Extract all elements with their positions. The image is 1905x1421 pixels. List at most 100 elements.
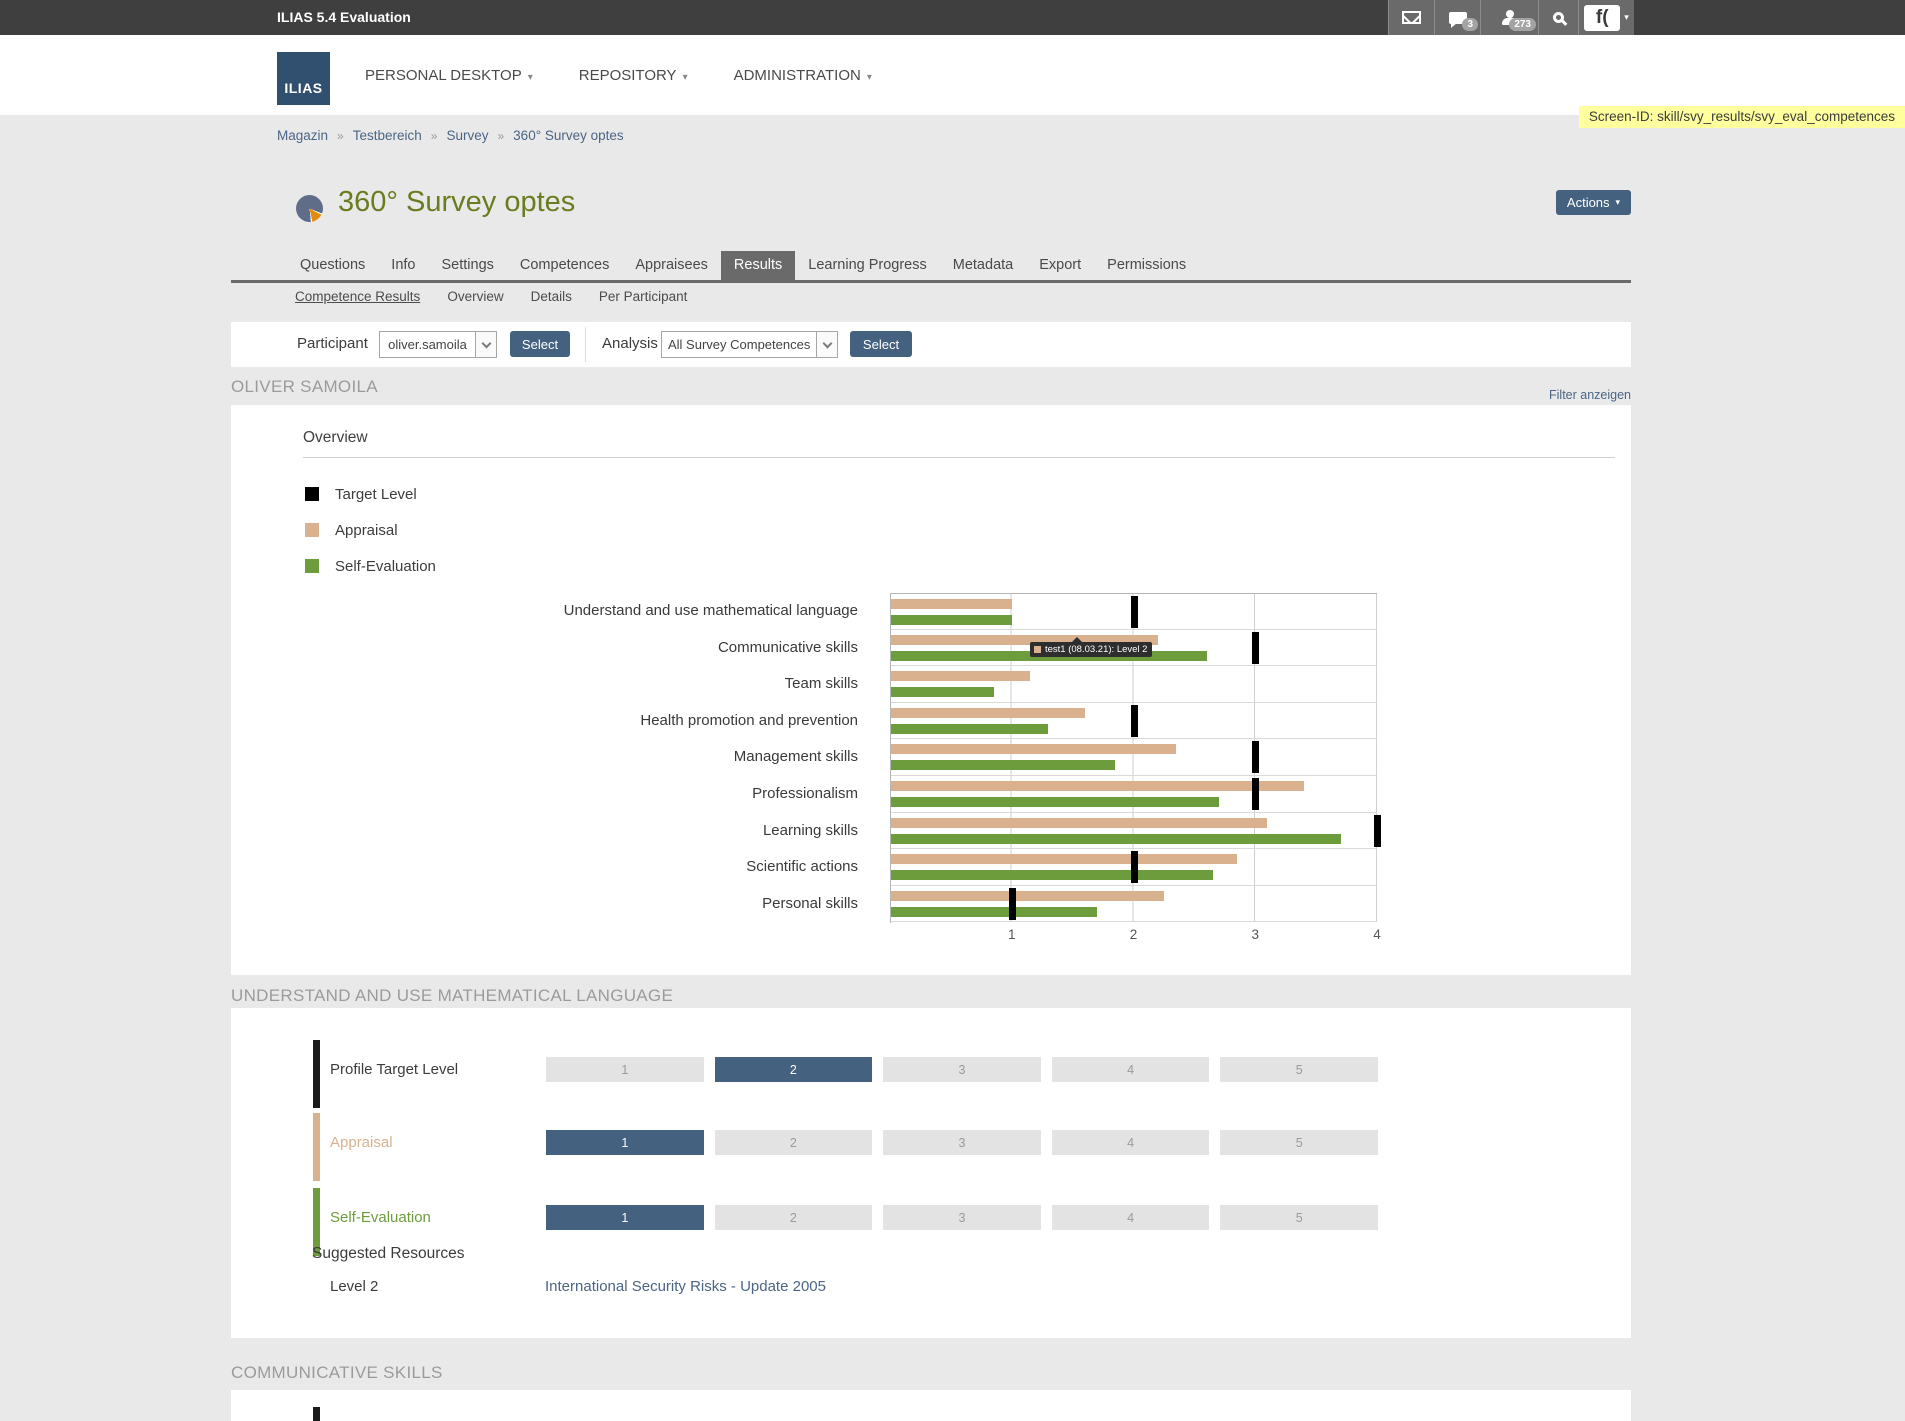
chart-category-label: Health promotion and prevention bbox=[520, 703, 858, 740]
self-evaluation-bar bbox=[890, 907, 1097, 917]
main-menu: PERSONAL DESKTOP ▾ REPOSITORY▾ ADMINISTRATI… bbox=[365, 35, 872, 115]
profile-logo-button[interactable]: f( ▾ bbox=[1578, 0, 1634, 35]
tab-export[interactable]: Export bbox=[1026, 251, 1094, 281]
level-block: 3 bbox=[883, 1057, 1041, 1082]
chart-category-label: Learning skills bbox=[520, 813, 858, 850]
breadcrumb-link[interactable]: Testbereich bbox=[353, 128, 422, 143]
level-row-marker bbox=[313, 1113, 320, 1181]
chart-row: Professionalism bbox=[520, 776, 1377, 813]
tab-metadata[interactable]: Metadata bbox=[940, 251, 1026, 281]
appraisal-bar bbox=[890, 781, 1304, 791]
target-level-marker bbox=[1009, 888, 1016, 920]
level-block: 1 bbox=[546, 1057, 704, 1082]
menu-item-label: PERSONAL DESKTOP bbox=[365, 67, 522, 84]
subtab-details[interactable]: Details bbox=[531, 289, 572, 304]
breadcrumb-link[interactable]: 360° Survey optes bbox=[513, 128, 623, 143]
level-block: 4 bbox=[1052, 1057, 1210, 1082]
chevron-down-icon: ▾ bbox=[1616, 197, 1621, 208]
chart-category-label: Team skills bbox=[520, 666, 858, 703]
filter-bar: Participant oliver.samoila Select Analys… bbox=[231, 322, 1631, 367]
legend-label: Appraisal bbox=[335, 522, 398, 539]
breadcrumb-link[interactable]: Magazin bbox=[277, 128, 328, 143]
chart-plot-cell bbox=[890, 666, 1377, 703]
chart-category-label: Understand and use mathematical language bbox=[520, 593, 858, 630]
online-users-button[interactable]: 273 bbox=[1480, 0, 1538, 35]
competence-chart: Understand and use mathematical language… bbox=[520, 593, 1377, 946]
ilias-logo[interactable]: ILIAS bbox=[277, 52, 330, 105]
appraisal-bar bbox=[890, 671, 1030, 681]
top-bar: ILIAS 5.4 Evaluation 3 273 f( ▾ bbox=[0, 0, 1905, 35]
legend-item: Self-Evaluation bbox=[305, 559, 436, 573]
analysis-select-button[interactable]: Select bbox=[850, 331, 912, 357]
appraisal-bar bbox=[890, 744, 1176, 754]
legend-item: Target Level bbox=[305, 487, 436, 501]
users-badge: 273 bbox=[1509, 18, 1536, 31]
tab-settings[interactable]: Settings bbox=[428, 251, 506, 281]
self-evaluation-bar bbox=[890, 870, 1213, 880]
target-level-marker bbox=[1131, 705, 1138, 737]
legend-label: Self-Evaluation bbox=[335, 558, 436, 575]
breadcrumb: Magazin»Testbereich»Survey»360° Survey o… bbox=[277, 128, 624, 143]
analysis-select-value: All Survey Competences bbox=[662, 332, 816, 357]
participant-select[interactable]: oliver.samoila bbox=[379, 331, 497, 358]
chart-category-label: Scientific actions bbox=[520, 849, 858, 886]
menu-item-personal-desktop[interactable]: PERSONAL DESKTOP ▾ bbox=[365, 67, 533, 84]
tab-permissions[interactable]: Permissions bbox=[1094, 251, 1199, 281]
menu-item-label: ADMINISTRATION bbox=[734, 67, 861, 84]
level-blocks: 12345 bbox=[546, 1205, 1378, 1230]
actions-button[interactable]: Actions ▾ bbox=[1556, 190, 1631, 215]
tab-bar: QuestionsInfoSettingsCompetencesAppraise… bbox=[287, 251, 1199, 281]
appraisal-bar bbox=[890, 818, 1267, 828]
self-evaluation-bar bbox=[890, 834, 1341, 844]
chart-category-label: Professionalism bbox=[520, 776, 858, 813]
subtab-per-participant[interactable]: Per Participant bbox=[599, 289, 688, 304]
analysis-select[interactable]: All Survey Competences bbox=[661, 331, 838, 358]
suggested-resources-heading: Suggested Resources bbox=[312, 1245, 465, 1263]
tooltip-text: test1 (08.03.21): Level 2 bbox=[1045, 643, 1147, 656]
tab-questions[interactable]: Questions bbox=[287, 251, 378, 281]
mail-button[interactable] bbox=[1388, 0, 1434, 35]
self-evaluation-bar bbox=[890, 724, 1048, 734]
level-block: 5 bbox=[1220, 1130, 1378, 1155]
chart-tooltip: test1 (08.03.21): Level 2 bbox=[1030, 642, 1152, 657]
chart-plot-cell bbox=[890, 739, 1377, 776]
participant-select-button[interactable]: Select bbox=[510, 331, 570, 357]
chart-row: Scientific actions bbox=[520, 849, 1377, 886]
chevron-down-icon: ▾ bbox=[1624, 12, 1629, 23]
chart-plot-cell bbox=[890, 813, 1377, 850]
search-button[interactable] bbox=[1538, 0, 1578, 35]
subtab-competence-results[interactable]: Competence Results bbox=[295, 289, 420, 304]
chart-plot-cell bbox=[890, 703, 1377, 740]
survey-pie-icon bbox=[296, 195, 323, 222]
search-icon bbox=[1553, 12, 1564, 23]
tab-results[interactable]: Results bbox=[721, 251, 795, 281]
appraisal-bar bbox=[890, 891, 1164, 901]
chevron-down-icon: ▾ bbox=[867, 72, 872, 83]
tab-learning-progress[interactable]: Learning Progress bbox=[795, 251, 940, 281]
level-block: 2 bbox=[715, 1057, 873, 1082]
chevron-down-icon bbox=[816, 332, 837, 357]
level-row-label: Self-Evaluation bbox=[330, 1209, 431, 1226]
chevron-down-icon: ▾ bbox=[528, 72, 533, 83]
appraisal-bar bbox=[890, 708, 1085, 718]
axis-tick-label: 1 bbox=[1008, 927, 1016, 942]
tab-competences[interactable]: Competences bbox=[507, 251, 622, 281]
self-evaluation-bar bbox=[890, 615, 1012, 625]
subtab-overview[interactable]: Overview bbox=[447, 289, 503, 304]
screen-id-label: Screen-ID: skill/svy_results/svy_eval_co… bbox=[1579, 106, 1905, 128]
legend-swatch bbox=[305, 559, 319, 573]
tab-appraisees[interactable]: Appraisees bbox=[622, 251, 721, 281]
breadcrumb-link[interactable]: Survey bbox=[446, 128, 488, 143]
menu-item-repository[interactable]: REPOSITORY▾ bbox=[579, 67, 688, 84]
chart-row: Management skills bbox=[520, 739, 1377, 776]
level-block: 2 bbox=[715, 1205, 873, 1230]
tooltip-swatch bbox=[1034, 646, 1041, 653]
menu-item-administration[interactable]: ADMINISTRATION ▾ bbox=[734, 67, 872, 84]
level-blocks: 12345 bbox=[546, 1130, 1378, 1155]
legend-swatch bbox=[305, 487, 319, 501]
resource-link[interactable]: International Security Risks - Update 20… bbox=[545, 1278, 826, 1295]
target-level-marker bbox=[1252, 632, 1259, 664]
filter-anzeigen-link[interactable]: Filter anzeigen bbox=[1546, 388, 1631, 402]
tab-info[interactable]: Info bbox=[378, 251, 428, 281]
chat-button[interactable]: 3 bbox=[1434, 0, 1480, 35]
